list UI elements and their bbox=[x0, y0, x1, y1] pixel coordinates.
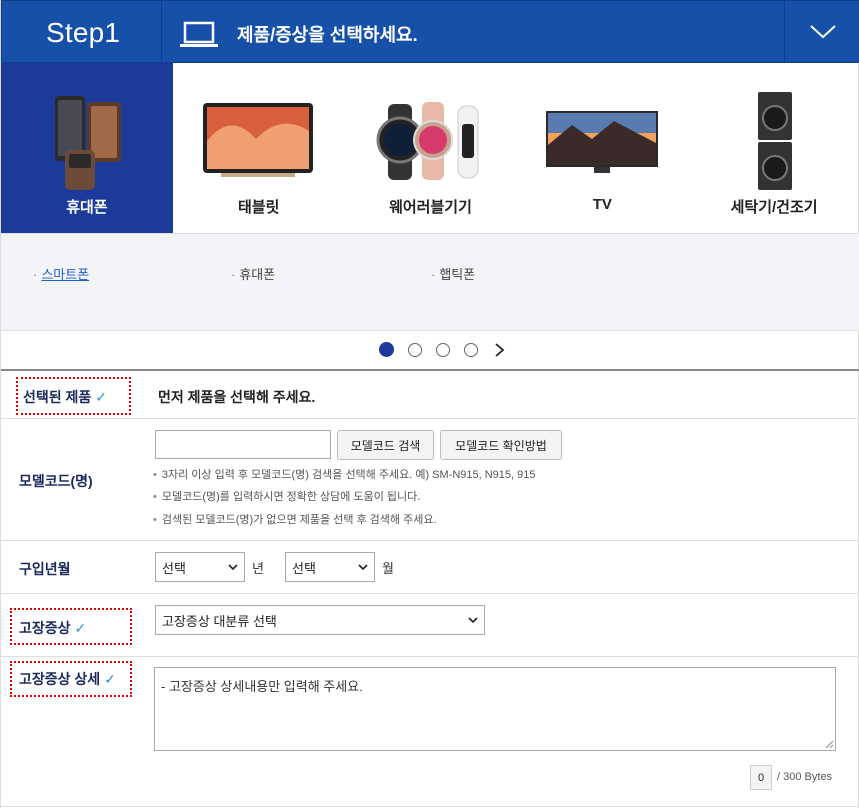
purchase-year-select[interactable]: 선택 bbox=[155, 552, 245, 582]
category-tv[interactable]: TV bbox=[516, 63, 688, 233]
category-pagination bbox=[379, 342, 506, 357]
subcategory-mobile[interactable]: · 휴대폰 bbox=[231, 264, 275, 283]
model-code-note: • 3자리 이상 입력 후 모델코드(명) 검색을 선택해 주세요. 예) SM-… bbox=[153, 469, 536, 481]
year-unit: 년 bbox=[252, 561, 264, 576]
page-dot-3[interactable] bbox=[436, 342, 450, 357]
bullet-icon: · bbox=[33, 267, 38, 282]
category-label: 태블릿 bbox=[237, 199, 280, 216]
subcategory-label: 휴대폰 bbox=[239, 267, 276, 282]
washer-image bbox=[688, 88, 859, 193]
subcategory-haptic[interactable]: · 햅틱폰 bbox=[431, 264, 475, 283]
subcategory-panel: · 스마트폰 · 휴대폰 · 햅틱폰 bbox=[1, 233, 859, 331]
support-form-page: Step1 제품/증상을 선택하세요. 휴대폰 태블릿 웨어러블기기 TV 세탁… bbox=[0, 0, 859, 808]
category-phone[interactable]: 휴대폰 bbox=[1, 63, 173, 233]
page-dot-4[interactable] bbox=[464, 342, 478, 357]
page-dot-2[interactable] bbox=[408, 342, 422, 357]
symptom-row: 고장증상 ✓ 고장증상 대분류 선택 bbox=[1, 594, 859, 657]
subcategory-label: 햅틱폰 bbox=[439, 267, 476, 282]
header-title: 제품/증상을 선택하세요. bbox=[237, 25, 418, 45]
tv-image bbox=[516, 88, 688, 193]
field-label: 선택된 제품 bbox=[23, 389, 92, 405]
byte-limit: / 300 Bytes bbox=[777, 771, 833, 783]
category-label: 휴대폰 bbox=[66, 199, 108, 216]
step-header: Step1 제품/증상을 선택하세요. bbox=[1, 0, 859, 63]
check-icon: ✓ bbox=[104, 671, 116, 687]
month-unit: 월 bbox=[382, 561, 394, 576]
category-label: 웨어러블기기 bbox=[389, 199, 472, 216]
selected-product-label: 선택된 제품 ✓ bbox=[23, 387, 107, 407]
model-code-row: 모델코드(명) 모델코드 검색 모델코드 확인방법 • 3자리 이상 입력 후 모… bbox=[1, 419, 859, 541]
page-dot-1[interactable] bbox=[379, 342, 394, 357]
check-icon: ✓ bbox=[95, 389, 108, 405]
model-code-note: • 모델코드(명)를 입력하시면 정확한 상담에 도움이 됩니다. bbox=[153, 491, 421, 503]
model-code-howto-button[interactable]: 모델코드 확인방법 bbox=[440, 430, 562, 460]
header-divider bbox=[161, 1, 162, 63]
model-code-search-button[interactable]: 모델코드 검색 bbox=[337, 430, 434, 460]
chevron-down-icon bbox=[228, 564, 238, 571]
model-code-input[interactable] bbox=[155, 430, 331, 459]
watch-image bbox=[345, 88, 517, 193]
select-value: 선택 bbox=[292, 560, 316, 576]
select-value: 선택 bbox=[162, 560, 186, 576]
chevron-down-icon bbox=[358, 564, 368, 571]
byte-counter: 0 bbox=[750, 765, 772, 790]
field-label: 고장증상 상세 bbox=[19, 671, 101, 687]
check-icon: ✓ bbox=[74, 620, 87, 636]
category-washer[interactable]: 세탁기/건조기 bbox=[688, 63, 859, 233]
symptom-category-select[interactable]: 고장증상 대분류 선택 bbox=[155, 605, 485, 635]
model-code-note: • 검색된 모델코드(명)가 없으면 제품을 선택 후 검색해 주세요. bbox=[153, 514, 437, 526]
category-wearable[interactable]: 웨어러블기기 bbox=[345, 63, 517, 233]
laptop-icon bbox=[180, 21, 218, 47]
model-code-label: 모델코드(명) bbox=[19, 473, 93, 489]
subcategory-label: 스마트폰 bbox=[41, 267, 90, 282]
purchase-date-label: 구입년월 bbox=[19, 561, 71, 577]
select-value: 고장증상 대분류 선택 bbox=[162, 613, 277, 629]
tablet-image bbox=[173, 88, 345, 193]
category-tablet[interactable]: 태블릿 bbox=[173, 63, 345, 233]
chevron-down-icon bbox=[809, 25, 836, 39]
bullet-icon: · bbox=[431, 267, 436, 282]
purchase-date-row: 구입년월 선택 년 선택 월 bbox=[1, 541, 859, 594]
bullet-icon: · bbox=[231, 267, 236, 282]
symptom-label: 고장증상 ✓ bbox=[19, 618, 86, 638]
category-label: TV bbox=[592, 196, 612, 213]
field-label: 고장증상 bbox=[19, 620, 71, 636]
selected-product-row: 선택된 제품 ✓ 먼저 제품을 선택해 주세요. bbox=[1, 371, 859, 419]
phone-image bbox=[1, 88, 173, 193]
subcategory-smartphone[interactable]: · 스마트폰 bbox=[33, 264, 89, 283]
step-label: Step1 bbox=[46, 17, 121, 48]
chevron-right-icon[interactable] bbox=[492, 342, 506, 357]
product-category-list: 휴대폰 태블릿 웨어러블기기 TV 세탁기/건조기 bbox=[1, 63, 859, 233]
textarea-placeholder: - 고장증상 상세내용만 입력해 주세요. bbox=[161, 679, 363, 694]
symptom-detail-label: 고장증상 상세 ✓ bbox=[19, 669, 116, 689]
chevron-down-icon bbox=[468, 617, 478, 624]
category-label: 세탁기/건조기 bbox=[730, 199, 818, 216]
symptom-detail-textarea[interactable]: - 고장증상 상세내용만 입력해 주세요. bbox=[154, 667, 836, 751]
resize-grip-icon[interactable] bbox=[825, 740, 834, 749]
collapse-toggle-button[interactable] bbox=[784, 1, 859, 63]
selected-product-value: 먼저 제품을 선택해 주세요. bbox=[158, 389, 316, 405]
purchase-month-select[interactable]: 선택 bbox=[285, 552, 375, 582]
